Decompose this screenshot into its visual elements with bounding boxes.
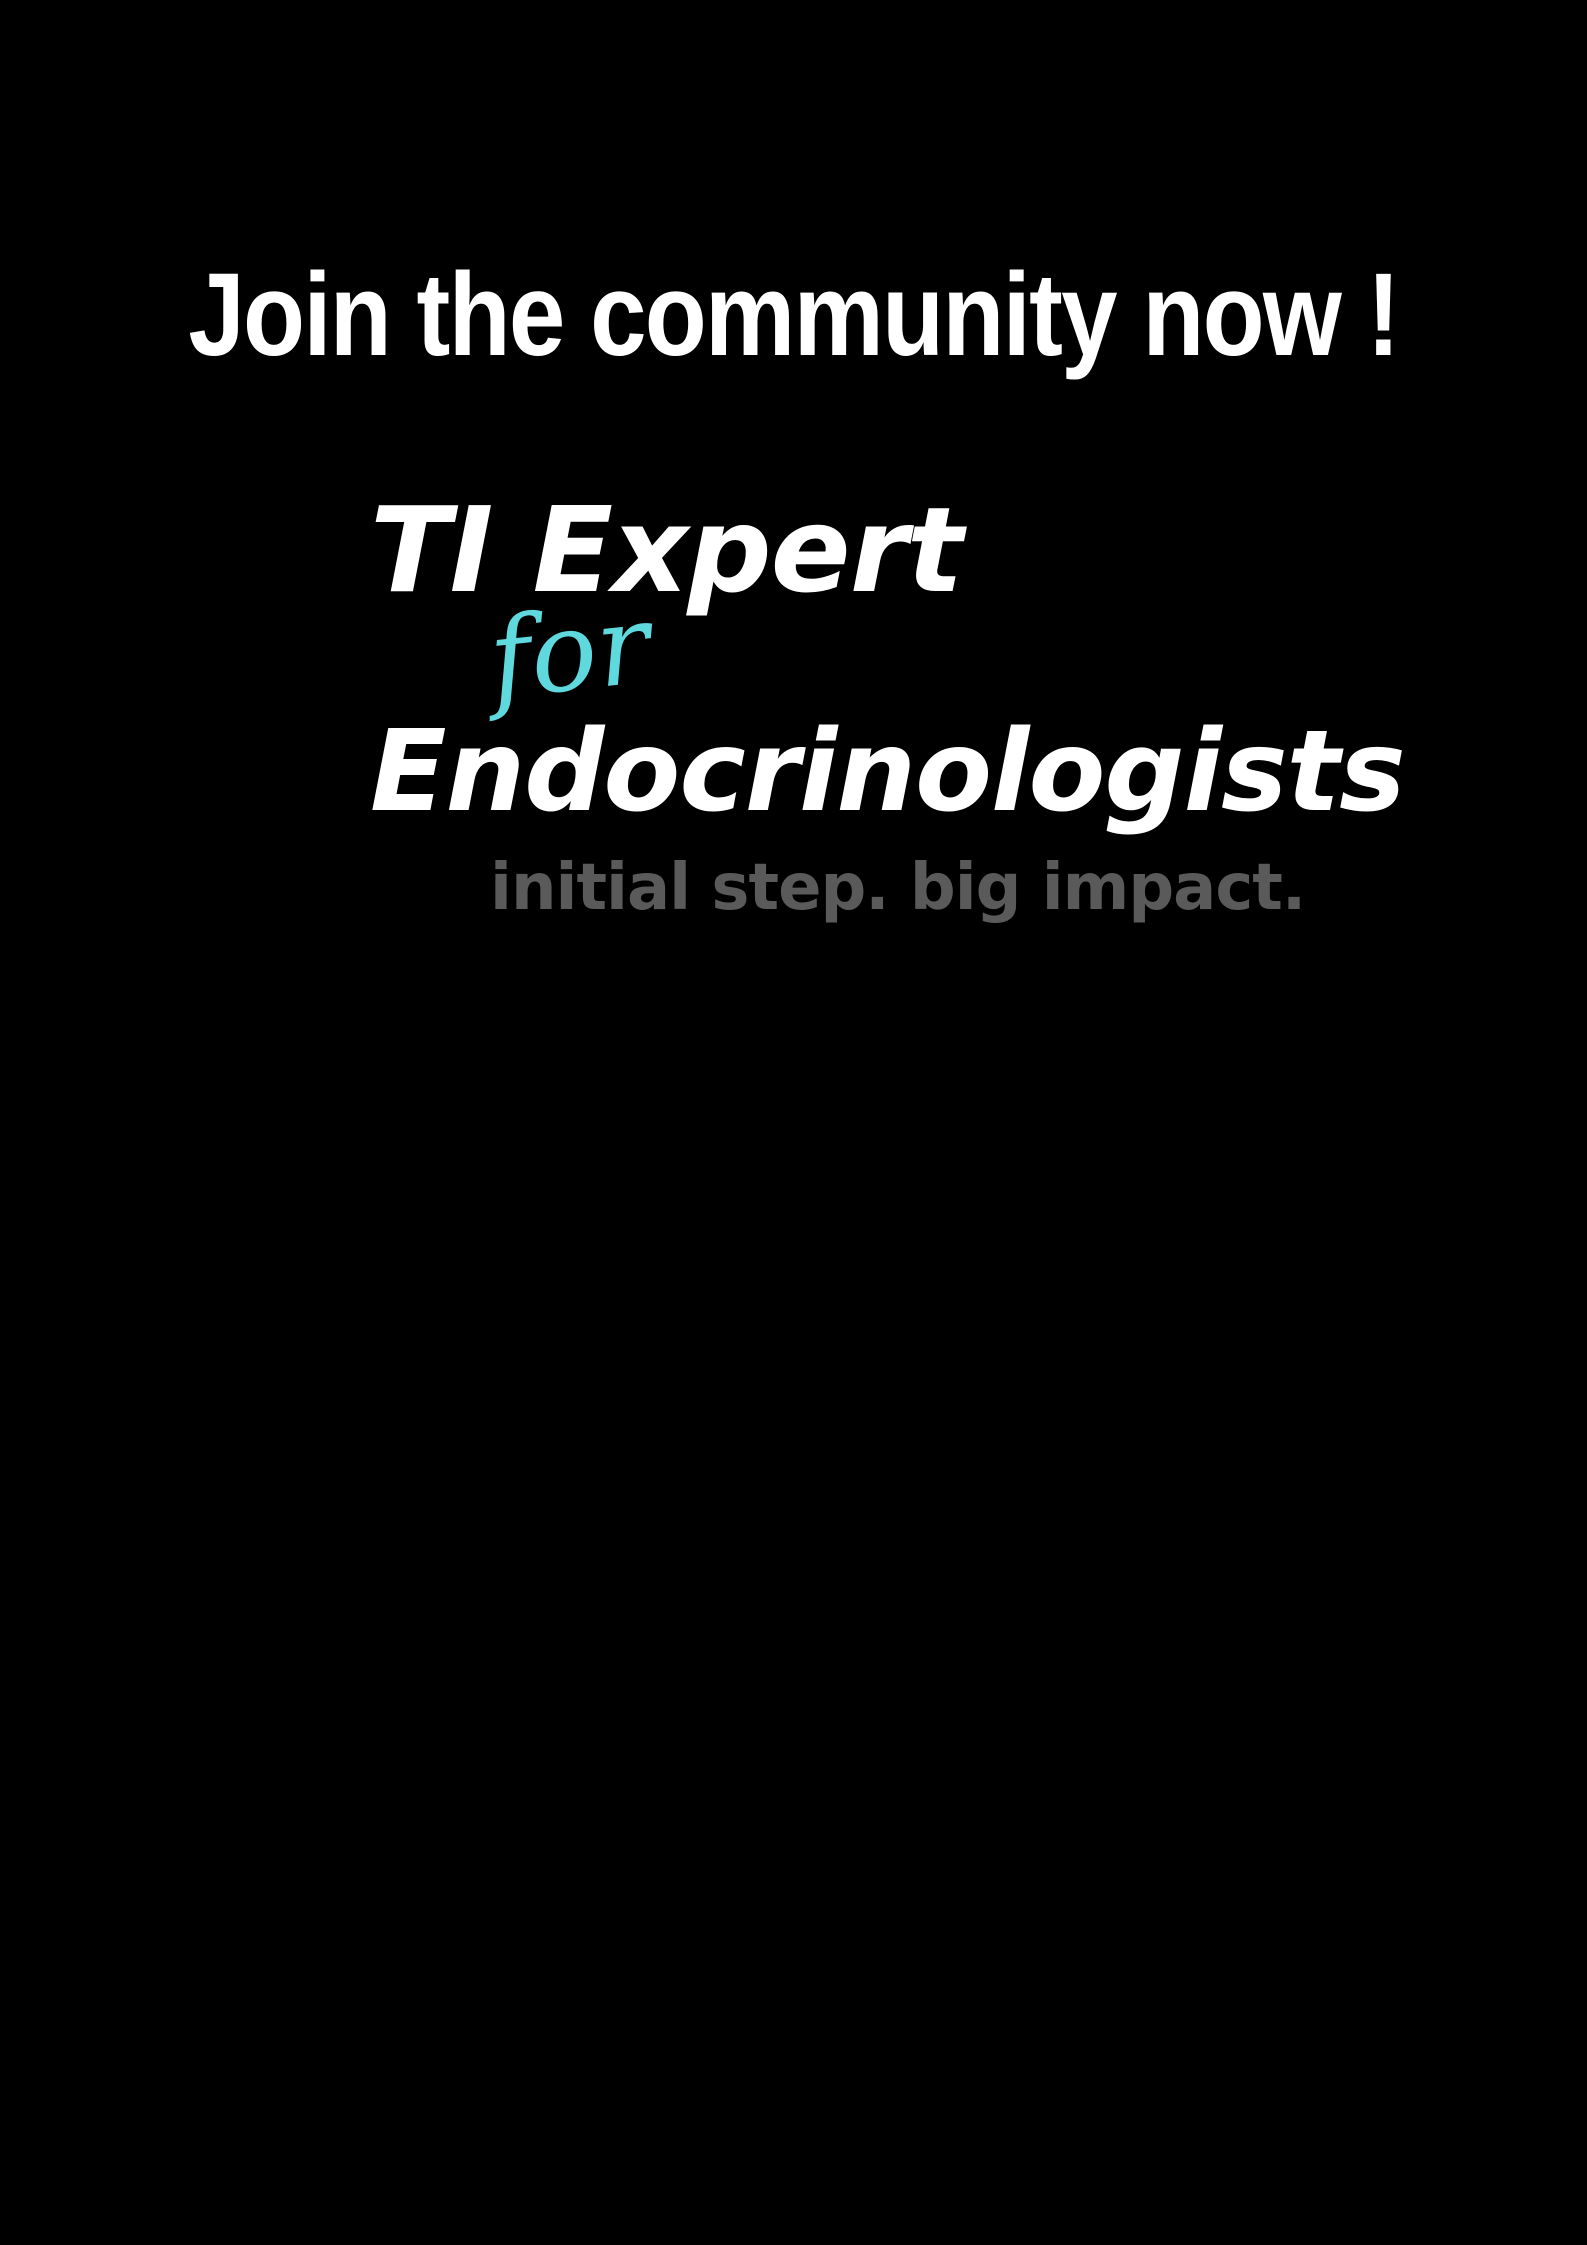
tagline: initial step. big impact. <box>490 851 1306 925</box>
logo-title-line1: TI Expert <box>370 481 963 619</box>
headline: Join the community now ! <box>188 249 1400 381</box>
poster-page: Join the community now ! TI Expert for E… <box>0 0 1587 2245</box>
logo-title-line2: Endocrinologists <box>370 707 1406 837</box>
